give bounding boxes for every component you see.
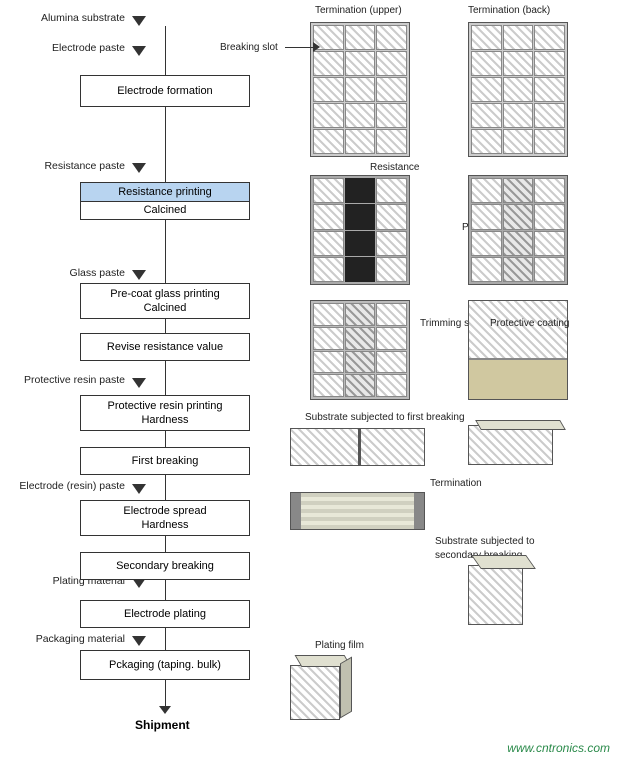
- breaking-slot-arrow-line: [285, 47, 313, 48]
- illus-first-breaking: [290, 428, 425, 466]
- tri-electrode-paste: [132, 46, 146, 56]
- breaking-slot-arrowhead: [313, 42, 320, 52]
- box-secondary-breaking: Secondary breaking: [80, 552, 250, 580]
- box-electrode-plating: Electrode plating: [80, 600, 250, 628]
- label-protective: Protective resin paste: [0, 374, 125, 388]
- label-termination-back: Termination (back): [468, 5, 550, 16]
- illus-plating-film: [290, 655, 355, 725]
- label-termination-mid: Termination: [430, 478, 482, 489]
- box-resistance-printing: Resistance printing: [80, 182, 250, 202]
- watermark-text: www.cntronics.com: [507, 741, 610, 755]
- ship-arrow: [159, 706, 171, 714]
- label-protective-coating: Protective coating: [490, 318, 570, 329]
- label-electrode-paste: Electrode paste: [0, 42, 125, 56]
- illus-first-breaking-3d: [468, 420, 568, 475]
- label-resistance-paste: Resistance paste: [0, 160, 125, 174]
- tri-protective: [132, 378, 146, 388]
- box-protective-resin: Protective resin printing Hardness: [80, 395, 250, 431]
- label-electrode-resin: Electrode (resin) paste: [0, 480, 125, 494]
- tri-resistance: [132, 163, 146, 173]
- illus-termination-upper: [310, 22, 410, 157]
- illus-protective-coating: [468, 300, 568, 400]
- tri-glass: [132, 270, 146, 280]
- label-packaging: Packaging material: [0, 633, 125, 647]
- label-termination-upper: Termination (upper): [315, 5, 402, 16]
- label-plating-film: Plating film: [315, 640, 364, 651]
- label-resistance: Resistance: [370, 162, 419, 173]
- label-breaking-slot: Breaking slot: [220, 42, 278, 53]
- box-first-breaking: First breaking: [80, 447, 250, 475]
- shipment-label: Shipment: [135, 718, 190, 732]
- box-precoat-glass: Pre-coat glass printing Calcined: [80, 283, 250, 319]
- illus-termination-back: [468, 22, 568, 157]
- label-alumina: Alumina substrate: [0, 12, 125, 26]
- box-revise-resistance: Revise resistance value: [80, 333, 250, 361]
- illus-resistance-mid: [310, 175, 410, 285]
- tri-packaging: [132, 636, 146, 646]
- label-glass-paste: Glass paste: [0, 267, 125, 281]
- illus-precoat-glass: [468, 175, 568, 285]
- box-calcined-1: Calcined: [80, 202, 250, 220]
- illus-secondary-breaking-3d: [468, 555, 533, 630]
- illus-termination-bar: [290, 492, 425, 530]
- label-substrate-first: Substrate subjected to first breaking: [305, 412, 465, 423]
- box-electrode-formation: Electrode formation: [80, 75, 250, 107]
- box-electrode-spread: Electrode spread Hardness: [80, 500, 250, 536]
- main-diagram: Alumina substrate Electrode paste Resist…: [0, 0, 620, 763]
- tri-alumina: [132, 16, 146, 26]
- ship-line: [165, 680, 166, 708]
- illus-trimming: [310, 300, 410, 400]
- box-packaging: Pckaging (taping. bulk): [80, 650, 250, 680]
- tri-electrode-resin: [132, 484, 146, 494]
